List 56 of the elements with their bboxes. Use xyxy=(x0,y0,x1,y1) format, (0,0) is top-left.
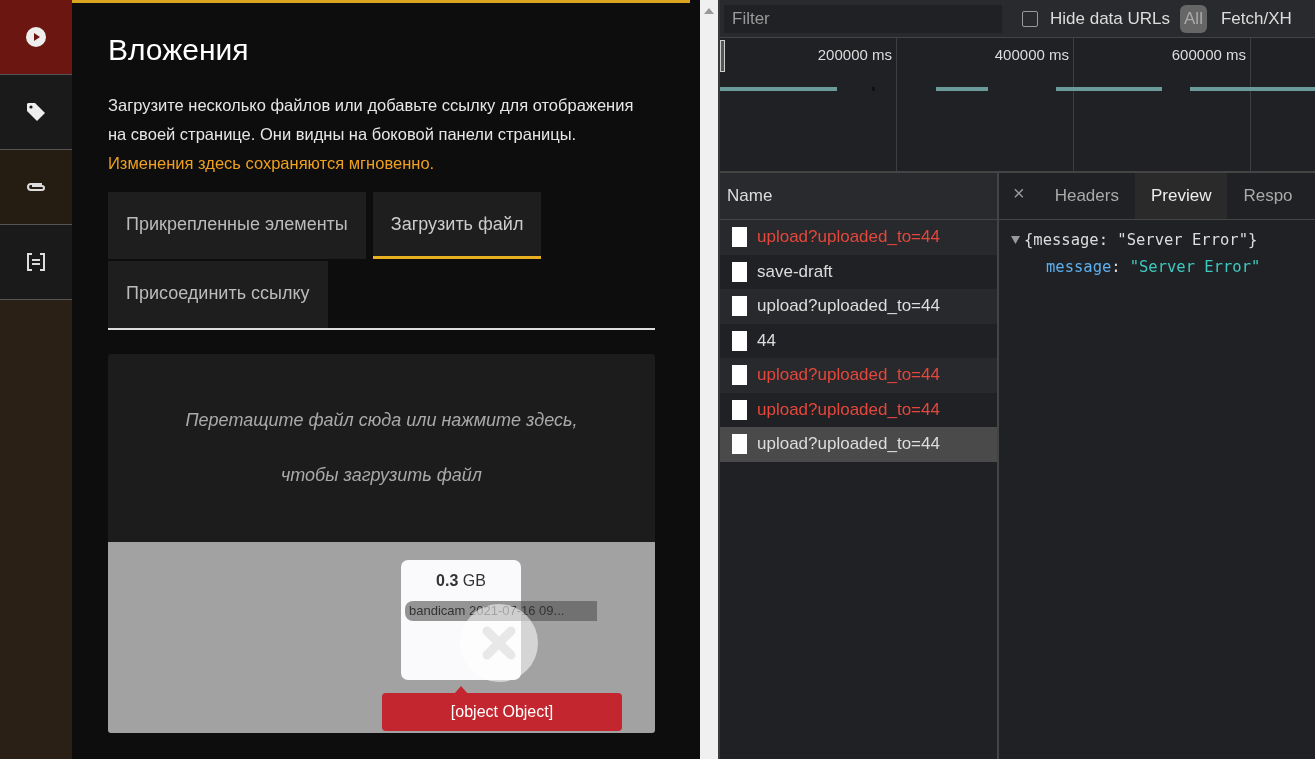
request-row[interactable]: save-draft xyxy=(720,254,997,289)
json-value: "Server Error" xyxy=(1129,257,1261,276)
error-tooltip: [object Object] xyxy=(382,693,622,731)
json-summary: {message: "Server Error"} xyxy=(1024,230,1258,249)
request-row[interactable]: upload?uploaded_to=44 xyxy=(720,392,997,427)
paperclip-icon xyxy=(26,180,46,194)
dropzone-hint: чтобы загрузить файл xyxy=(281,465,482,486)
tab[interactable]: Загрузить файл xyxy=(372,192,542,259)
panel-title: Вложения xyxy=(108,33,250,67)
tab[interactable]: Preview xyxy=(1134,173,1228,219)
request-row[interactable]: upload?uploaded_to=44 xyxy=(720,220,997,255)
filter-field[interactable]: Filter xyxy=(724,4,1002,33)
request-name: 44 xyxy=(757,330,776,351)
type-filter[interactable]: Fetch/XH xyxy=(1216,4,1296,33)
request-name: upload?uploaded_to=44 xyxy=(757,296,940,317)
description-text: Загрузите несколько файлов или добавьте ссылку для отображения на своей странице. Они видны на боковой панели страницы. Изменения здесь сохраняются мгновенно. xyxy=(108,95,635,174)
json-key: message xyxy=(1046,257,1112,276)
tick-label: 200000 ms xyxy=(817,46,892,63)
request-name: upload?uploaded_to=44 xyxy=(757,399,940,420)
tick-label: 400000 ms xyxy=(994,46,1069,63)
tab[interactable]: Прикрепленные элементы xyxy=(108,192,366,259)
collapse-icon[interactable] xyxy=(1011,235,1020,244)
document-icon xyxy=(732,296,747,317)
document-icon xyxy=(732,330,747,351)
tab[interactable]: Respo xyxy=(1227,173,1309,219)
request-name: upload?uploaded_to=44 xyxy=(757,434,940,455)
document-icon xyxy=(732,261,747,282)
close-button[interactable]: × xyxy=(999,173,1039,219)
document-icon xyxy=(732,399,747,420)
form-icon xyxy=(26,252,46,272)
sidebar-item[interactable] xyxy=(0,225,72,300)
tag-icon xyxy=(26,102,46,122)
document-icon xyxy=(732,434,747,455)
request-row[interactable]: 44 xyxy=(720,323,997,358)
json-colon: : xyxy=(1111,257,1121,276)
range-handle[interactable] xyxy=(720,40,725,72)
request-name: save-draft xyxy=(757,261,833,282)
request-name: upload?uploaded_to=44 xyxy=(757,365,940,386)
up-arrow-icon xyxy=(704,8,714,14)
dropzone[interactable]: Перетащите файл сюда или нажмите здесь, чтобы загрузить файл xyxy=(108,354,655,542)
play-icon xyxy=(26,27,46,47)
dropzone-hint: Перетащите файл сюда или нажмите здесь, xyxy=(185,410,578,431)
sidebar-item[interactable] xyxy=(0,75,72,150)
request-row[interactable]: upload?uploaded_to=44 xyxy=(720,289,997,324)
tick-label: 600000 ms xyxy=(1171,46,1246,63)
sidebar-item[interactable] xyxy=(0,0,72,75)
request-row[interactable]: upload?uploaded_to=44 xyxy=(720,427,997,462)
hide-data-urls-checkbox[interactable]: Hide data URLs xyxy=(1022,8,1170,29)
request-name: upload?uploaded_to=44 xyxy=(757,227,940,248)
request-row[interactable]: upload?uploaded_to=44 xyxy=(720,358,997,393)
file-size: 0.3 GB xyxy=(435,572,487,590)
tab[interactable]: Присоединить ссылку xyxy=(108,261,328,328)
document-icon xyxy=(732,365,747,386)
tab[interactable]: Headers xyxy=(1038,173,1135,219)
column-header: Name xyxy=(720,173,997,220)
document-icon xyxy=(732,227,747,248)
